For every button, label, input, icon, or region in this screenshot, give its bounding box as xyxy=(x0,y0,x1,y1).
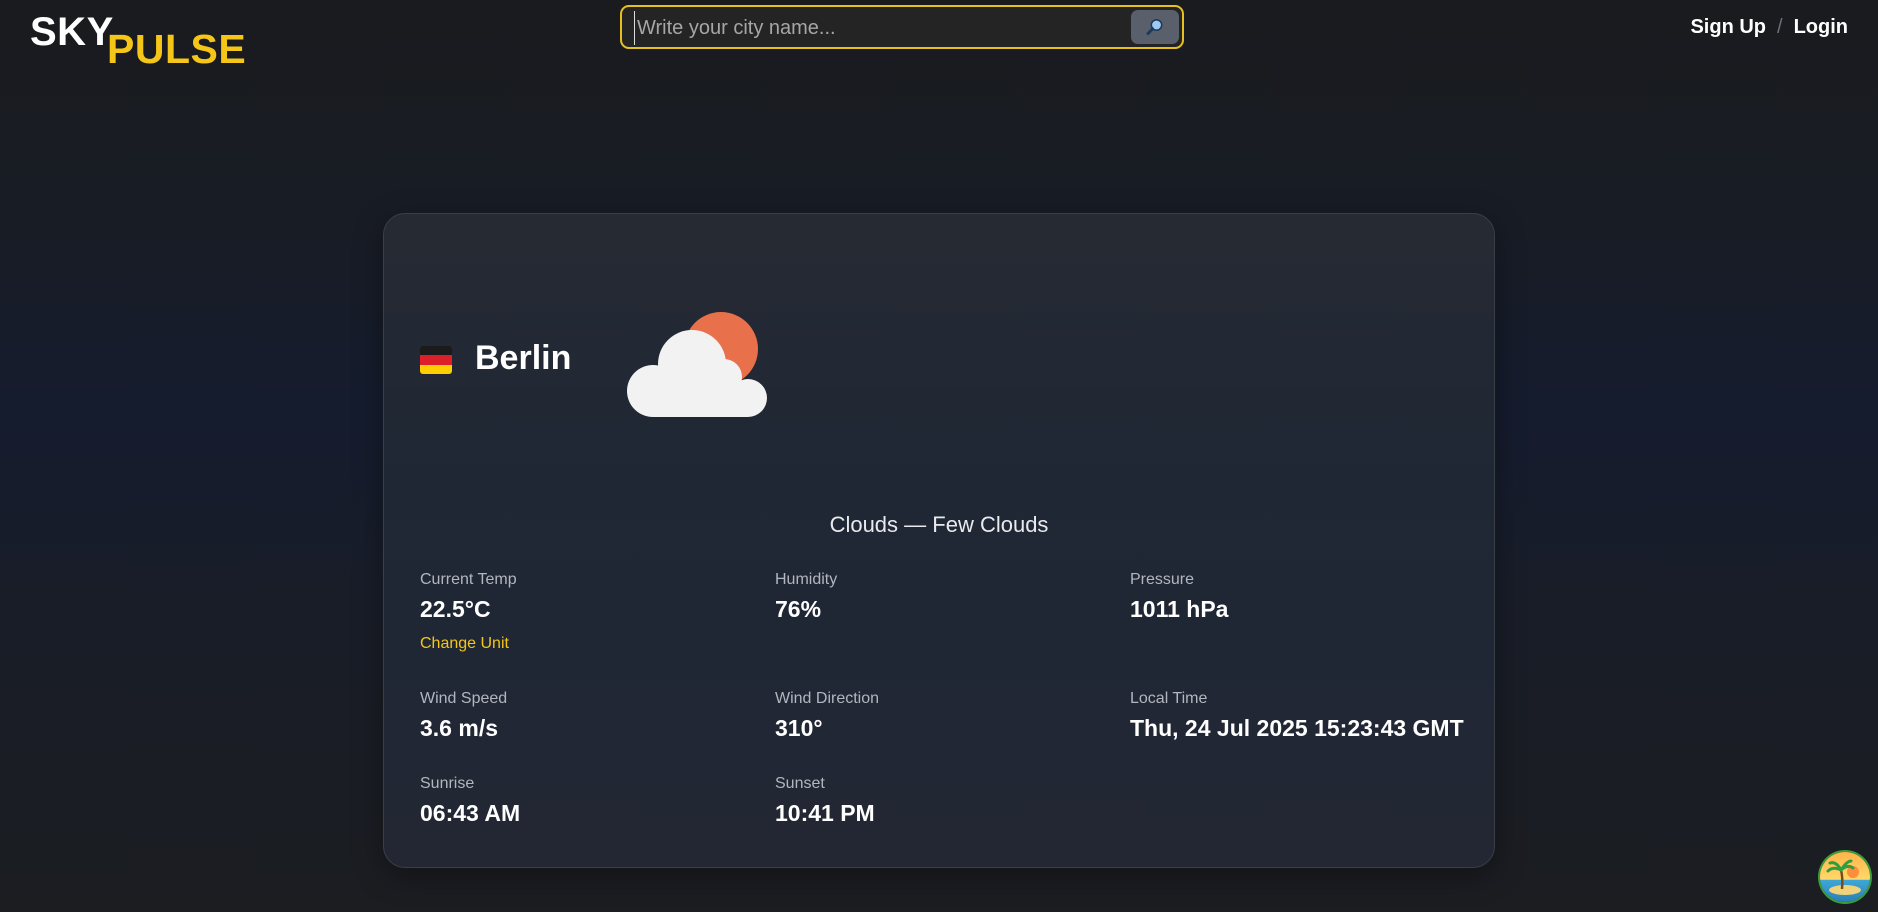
auth-separator: / xyxy=(1777,16,1783,38)
stat-label: Local Time xyxy=(1130,690,1208,707)
stat-current-temp: Current Temp 22.5°C Change Unit xyxy=(420,571,740,653)
stat-label: Sunset xyxy=(775,775,825,792)
stat-label: Wind Direction xyxy=(775,690,880,707)
city-search-input[interactable] xyxy=(634,11,1119,45)
search-icon xyxy=(1146,19,1163,36)
weather-description: Clouds — Few Clouds xyxy=(829,512,1049,537)
stat-sunset: Sunset 10:41 PM xyxy=(775,775,1095,827)
stat-value: 3.6 m/s xyxy=(420,715,498,741)
floating-app-button[interactable] xyxy=(1820,852,1870,902)
search-bar xyxy=(620,5,1184,49)
partly-cloudy-icon xyxy=(627,312,767,417)
stat-value: 310° xyxy=(775,715,823,741)
city-name: Berlin xyxy=(475,339,572,377)
stat-value: 22.5°C xyxy=(420,596,491,622)
stat-value: Thu, 24 Jul 2025 15:23:43 GMT xyxy=(1130,715,1464,741)
stat-label: Sunrise xyxy=(420,775,475,792)
search-button[interactable] xyxy=(1131,10,1179,44)
stat-wind-direction: Wind Direction 310° xyxy=(775,690,1095,742)
stat-label: Wind Speed xyxy=(420,690,508,707)
stat-humidity: Humidity 76% xyxy=(775,571,1095,623)
login-link[interactable]: Login xyxy=(1794,16,1848,39)
auth-links: Sign Up / Login xyxy=(1690,16,1848,39)
stat-value: 76% xyxy=(775,596,822,622)
stat-value: 06:43 AM xyxy=(420,800,521,826)
stat-wind-speed: Wind Speed 3.6 m/s xyxy=(420,690,740,742)
stat-value: 1011 hPa xyxy=(1130,596,1229,622)
beach-island-icon xyxy=(1820,852,1870,902)
stat-label: Humidity xyxy=(775,571,838,588)
logo-word-pulse: PULSE xyxy=(107,26,247,72)
logo-word-sky: SKY xyxy=(30,10,114,54)
stat-value: 10:41 PM xyxy=(775,800,875,826)
signup-link[interactable]: Sign Up xyxy=(1690,16,1766,39)
stat-sunrise: Sunrise 06:43 AM xyxy=(420,775,740,827)
germany-flag-icon xyxy=(420,346,452,374)
weather-card: Berlin Clouds — Few Clouds Current Temp … xyxy=(383,213,1495,868)
stat-label: Current Temp xyxy=(420,571,517,588)
stat-pressure: Pressure 1011 hPa xyxy=(1130,571,1475,623)
change-unit-link[interactable]: Change Unit xyxy=(420,635,509,653)
stat-label: Pressure xyxy=(1130,571,1195,588)
stat-local-time: Local Time Thu, 24 Jul 2025 15:23:43 GMT xyxy=(1130,690,1480,742)
app-logo[interactable]: SKY PULSE xyxy=(30,8,246,72)
